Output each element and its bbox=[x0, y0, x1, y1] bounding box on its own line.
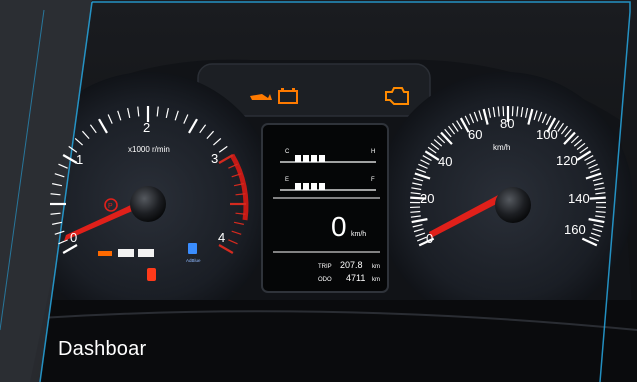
speed-label-60: 60 bbox=[468, 127, 482, 142]
photo-card: P x1000 r/min km/h AdBlue C H E F 0 km/h… bbox=[0, 0, 637, 382]
dashboard-photo: P x1000 r/min km/h AdBlue C H E F 0 km/h… bbox=[0, 0, 637, 382]
speed-label-40: 40 bbox=[438, 154, 452, 169]
tach-label-3: 3 bbox=[211, 151, 218, 166]
gauge-tick bbox=[595, 210, 606, 213]
speed-label-0: 0 bbox=[426, 231, 433, 246]
speedometer-hub bbox=[495, 187, 531, 223]
digital-speed-unit: km/h bbox=[351, 231, 366, 238]
speed-label-120: 120 bbox=[556, 153, 578, 168]
gauge-tick bbox=[511, 106, 514, 117]
speed-label-20: 20 bbox=[420, 191, 434, 206]
tach-label-1: 1 bbox=[76, 152, 83, 167]
tach-label-4: 4 bbox=[218, 230, 225, 245]
svg-text:P: P bbox=[108, 203, 113, 210]
fuel-full-label: F bbox=[371, 177, 375, 183]
speed-label-140: 140 bbox=[568, 191, 590, 206]
temp-high-label: H bbox=[371, 149, 375, 155]
digital-speed-value: 0 bbox=[331, 211, 347, 242]
speed-label-80: 80 bbox=[500, 116, 514, 131]
trip-value: 207.8 bbox=[340, 260, 363, 270]
trip-label: TRIP bbox=[318, 264, 332, 270]
speed-label-100: 100 bbox=[536, 127, 558, 142]
temp-low-label: C bbox=[285, 149, 290, 155]
tach-label-0: 0 bbox=[70, 230, 77, 245]
adblue-label: AdBlue bbox=[186, 258, 201, 263]
fuel-empty-label: E bbox=[285, 177, 289, 183]
seatbelt-icon bbox=[147, 268, 156, 281]
speedometer-unit-label: km/h bbox=[493, 143, 510, 152]
gauge-tick bbox=[502, 106, 505, 117]
odo-label: ODO bbox=[318, 277, 332, 283]
photo-caption: Dashboar bbox=[58, 338, 147, 360]
adblue-icon bbox=[188, 243, 197, 254]
odo-value: 4711 bbox=[346, 273, 365, 283]
tachometer-unit-label: x1000 r/min bbox=[128, 145, 170, 154]
gauge-tick bbox=[410, 210, 421, 213]
tachometer-hub bbox=[130, 186, 166, 222]
tach-label-2: 2 bbox=[143, 120, 150, 135]
odo-unit: km bbox=[372, 277, 380, 283]
trip-unit: km bbox=[372, 264, 380, 270]
gauge-tick bbox=[589, 196, 606, 200]
speed-label-160: 160 bbox=[564, 222, 586, 237]
